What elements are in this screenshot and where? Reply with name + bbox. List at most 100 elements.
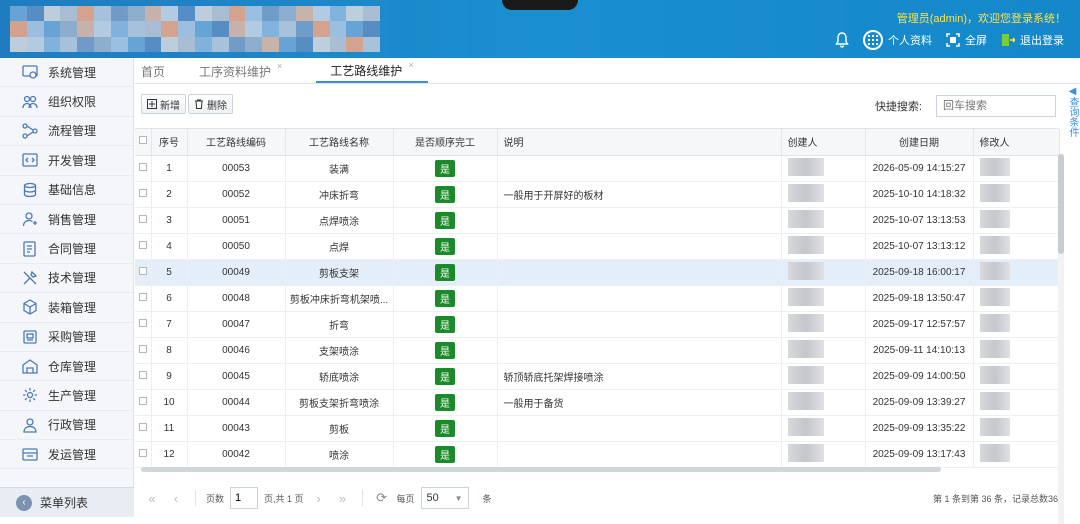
route-name: 点焊 bbox=[285, 233, 394, 260]
vertical-scroll-thumb[interactable] bbox=[1058, 154, 1064, 254]
sidebar-item[interactable]: 发运管理 bbox=[0, 440, 133, 470]
sidebar-item-label: 组织权限 bbox=[48, 95, 97, 110]
table-row[interactable]: 3 00051 点焊喷涂 是 2025-10-07 13:13:53 bbox=[135, 207, 1060, 234]
logo-mosaic-tile bbox=[211, 36, 229, 52]
table-row[interactable]: 1 00053 装满 是 2026-05-09 14:15:27 bbox=[135, 155, 1060, 182]
logo-mosaic-tile bbox=[346, 21, 364, 37]
row-checkbox[interactable] bbox=[135, 259, 152, 286]
query-panel-toggle[interactable]: ◀查询条件 bbox=[1066, 86, 1080, 137]
column-header[interactable]: 序号 bbox=[151, 129, 188, 156]
sidebar-item[interactable]: 合同管理 bbox=[0, 234, 133, 264]
profile-button[interactable]: 个人资料 bbox=[863, 30, 932, 50]
sidebar-item[interactable]: 基础信息 bbox=[0, 176, 133, 205]
route-name: 剪板支架 bbox=[285, 259, 394, 286]
modifier-redacted bbox=[973, 311, 1060, 338]
row-checkbox[interactable] bbox=[135, 363, 152, 390]
sequential-badge: 是 bbox=[435, 237, 455, 255]
table-row[interactable]: 10 00044 剪板支架折弯喷涂 是 一般用于备货 2025-09-09 13:39:2… bbox=[135, 389, 1060, 416]
add-button[interactable]: 新增 bbox=[141, 94, 186, 114]
row-checkbox[interactable] bbox=[135, 441, 152, 468]
logo-mosaic-tile bbox=[127, 21, 145, 37]
table-row[interactable]: 8 00046 支架喷涂 是 2025-09-11 14:10:13 bbox=[135, 337, 1060, 364]
logo-mosaic-tile bbox=[144, 21, 162, 37]
logo-mosaic-tile bbox=[127, 36, 145, 52]
table-row[interactable]: 7 00047 折弯 是 2025-09-17 12:57:57 bbox=[135, 311, 1060, 338]
menu-list-toggle[interactable]: ‹ 菜单列表 bbox=[0, 487, 134, 517]
creator-redacted bbox=[781, 285, 866, 312]
per-page-select[interactable]: 50 ▼ bbox=[420, 487, 469, 509]
created-date: 2025-10-07 13:13:12 bbox=[865, 233, 974, 260]
sidebar-item[interactable]: 装箱管理 bbox=[0, 293, 133, 323]
sidebar-item[interactable]: 采购管理 bbox=[0, 323, 133, 352]
first-page-button[interactable]: « bbox=[143, 491, 161, 506]
route-description bbox=[497, 155, 782, 182]
select-all-checkbox[interactable] bbox=[135, 129, 152, 156]
row-checkbox[interactable] bbox=[135, 233, 152, 260]
column-header[interactable]: 是否顺序完工 bbox=[393, 129, 498, 156]
close-icon[interactable]: × bbox=[277, 61, 282, 71]
table-row[interactable]: 12 00042 喷涂 是 2025-09-09 13:17:43 bbox=[135, 441, 1060, 468]
table-row[interactable]: 9 00045 轿底喷涂 是 轿顶轿底托架焊接喷涂 2025-09-09 14:00:50 bbox=[135, 363, 1060, 390]
created-date: 2025-09-11 14:10:13 bbox=[865, 337, 974, 364]
sidebar-item-label: 系统管理 bbox=[48, 65, 97, 80]
column-header[interactable]: 说明 bbox=[497, 129, 782, 156]
sidebar-item[interactable]: 开发管理 bbox=[0, 146, 133, 176]
sidebar-item[interactable]: 行政管理 bbox=[0, 411, 133, 441]
row-checkbox[interactable] bbox=[135, 285, 152, 312]
column-header[interactable]: 创建人 bbox=[781, 129, 866, 156]
quick-search-input[interactable] bbox=[936, 95, 1056, 117]
table-row[interactable]: 11 00043 剪板 是 2025-09-09 13:35:22 bbox=[135, 415, 1060, 442]
prev-page-button[interactable]: ‹ bbox=[167, 491, 185, 506]
row-number: 7 bbox=[151, 311, 188, 338]
created-date: 2025-09-09 13:17:43 bbox=[865, 441, 974, 468]
sidebar-item[interactable]: 销售管理 bbox=[0, 205, 133, 235]
table-row[interactable]: 4 00050 点焊 是 2025-10-07 13:13:12 bbox=[135, 233, 1060, 260]
logo-mosaic-tile bbox=[26, 21, 44, 37]
last-page-button[interactable]: » bbox=[334, 491, 352, 506]
tab[interactable]: 工艺路线维护 × bbox=[316, 59, 428, 83]
modifier-redacted bbox=[973, 363, 1060, 390]
row-checkbox[interactable] bbox=[135, 181, 152, 208]
sidebar-item[interactable]: 组织权限 bbox=[0, 87, 133, 117]
row-checkbox[interactable] bbox=[135, 337, 152, 364]
logo-mosaic-tile bbox=[26, 6, 44, 22]
table-row[interactable]: 6 00048 剪板冲床折弯机架喷... 是 2025-09-18 13:50:47 bbox=[135, 285, 1060, 312]
sequential-cell: 是 bbox=[393, 415, 498, 442]
table-row[interactable]: 5 00049 剪板支架 是 2025-09-18 16:00:17 bbox=[135, 259, 1060, 286]
row-checkbox[interactable] bbox=[135, 155, 152, 182]
logo-mosaic-tile bbox=[77, 36, 95, 52]
tab[interactable]: 首页 bbox=[141, 59, 183, 83]
modifier-redacted bbox=[973, 259, 1060, 286]
refresh-icon[interactable]: ⟳ bbox=[373, 490, 391, 506]
row-checkbox[interactable] bbox=[135, 389, 152, 416]
horizontal-scrollbar[interactable] bbox=[141, 467, 941, 472]
table-row[interactable]: 2 00052 冲床折弯 是 一般用于开屏好的板材 2025-10-10 14:18:32 bbox=[135, 181, 1060, 208]
row-number: 9 bbox=[151, 363, 188, 390]
logout-button[interactable]: 退出登录 bbox=[1001, 32, 1064, 48]
sidebar-item[interactable]: 技术管理 bbox=[0, 264, 133, 294]
row-checkbox[interactable] bbox=[135, 311, 152, 338]
logo-mosaic-tile bbox=[178, 6, 195, 22]
sidebar-item[interactable]: 生产管理 bbox=[0, 381, 133, 411]
column-header[interactable]: 工艺路线名称 bbox=[285, 129, 394, 156]
close-icon[interactable]: × bbox=[408, 60, 413, 70]
tab[interactable]: 工序资料维护 × bbox=[199, 59, 300, 83]
column-header[interactable]: 工艺路线编码 bbox=[187, 129, 286, 156]
column-header[interactable]: 修改人 bbox=[973, 129, 1060, 156]
column-header[interactable]: 创建日期 bbox=[865, 129, 974, 156]
sidebar-item-label: 基础信息 bbox=[48, 183, 97, 198]
next-page-button[interactable]: › bbox=[310, 491, 328, 506]
logo-mosaic-tile bbox=[94, 21, 111, 37]
sidebar-item[interactable]: 流程管理 bbox=[0, 117, 133, 147]
notification-button[interactable] bbox=[835, 32, 849, 48]
vertical-scrollbar[interactable] bbox=[1058, 154, 1064, 524]
row-checkbox[interactable] bbox=[135, 207, 152, 234]
sidebar-item[interactable]: 仓库管理 bbox=[0, 352, 133, 382]
sequential-badge: 是 bbox=[435, 289, 455, 307]
page-number-input[interactable] bbox=[230, 487, 259, 509]
delete-button[interactable]: 删除 bbox=[188, 94, 233, 114]
logo-mosaic-tile bbox=[144, 36, 162, 52]
fullscreen-button[interactable]: 全屏 bbox=[946, 32, 987, 48]
row-checkbox[interactable] bbox=[135, 415, 152, 442]
sidebar-item[interactable]: 系统管理 bbox=[0, 58, 133, 88]
